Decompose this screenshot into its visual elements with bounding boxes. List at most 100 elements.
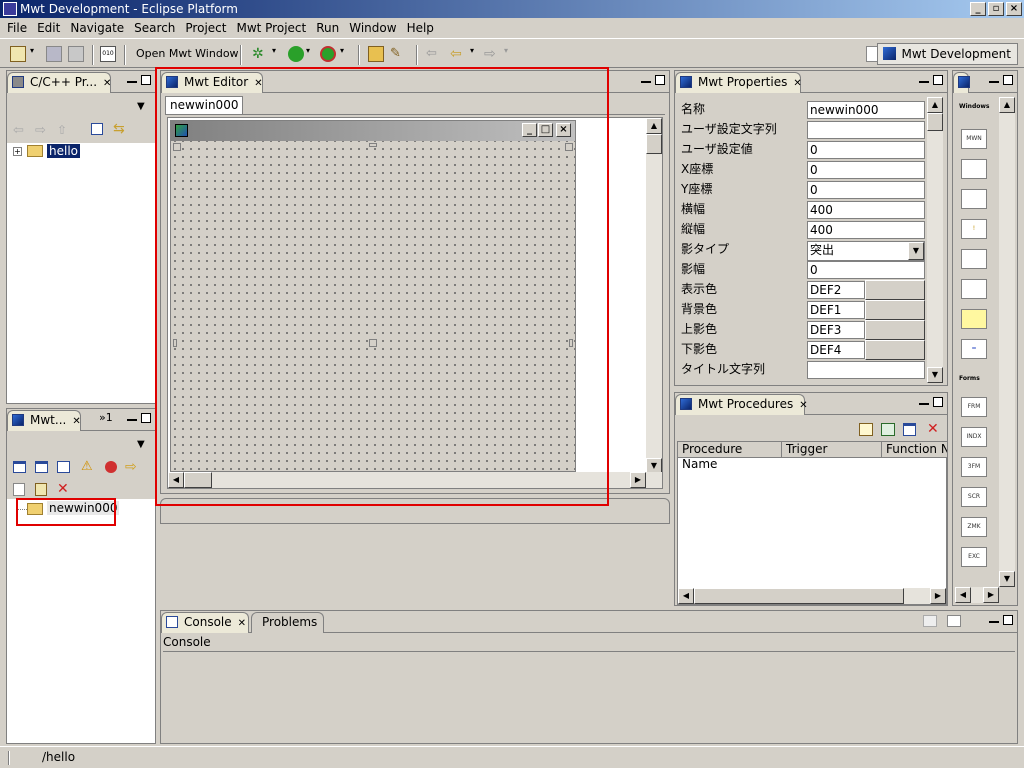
form-icon[interactable] [35, 461, 48, 473]
procedures-horizontal-scrollbar[interactable]: ◀ ▶ [678, 588, 946, 604]
menu-search[interactable]: Search [129, 21, 180, 35]
color-picker-button[interactable] [865, 300, 925, 320]
prop-value-height[interactable]: 400 [807, 221, 925, 239]
resize-handle[interactable] [369, 143, 377, 147]
menu-file[interactable]: File [2, 21, 32, 35]
palette-item[interactable]: INDX [961, 427, 987, 447]
menu-edit[interactable]: Edit [32, 21, 65, 35]
resize-handle[interactable] [569, 339, 573, 347]
menu-mwt-project[interactable]: Mwt Project [231, 21, 311, 35]
delete-icon[interactable]: ✕ [927, 421, 939, 437]
forward-icon[interactable]: ⇨ [484, 46, 500, 62]
maximize-view-icon[interactable] [141, 75, 151, 85]
forward-icon[interactable]: ⇨ [35, 123, 46, 138]
color-picker-button[interactable] [865, 280, 925, 300]
up-icon[interactable]: ⇧ [57, 123, 67, 137]
open-mwt-window-button[interactable]: Open Mwt Window [136, 45, 239, 63]
run-icon[interactable] [288, 46, 304, 62]
design-window[interactable]: _ □ × [170, 120, 576, 472]
palette-item[interactable]: MWN [961, 129, 987, 149]
paste-icon[interactable] [35, 483, 47, 496]
tab-mwt-procedures[interactable]: Mwt Procedures ✕ [675, 394, 808, 415]
maximize-view-icon[interactable] [933, 397, 943, 407]
palette-item[interactable]: SCR [961, 487, 987, 507]
prop-value-background-color[interactable]: DEF1 [807, 301, 865, 319]
menu-navigate[interactable]: Navigate [65, 21, 129, 35]
palette-item[interactable]: ZMK [961, 517, 987, 537]
prop-value-user-value[interactable]: 0 [807, 141, 925, 159]
minimize-view-icon[interactable] [989, 615, 999, 623]
column-procedure-name[interactable]: Procedure Name [678, 442, 782, 471]
palette-item[interactable]: EXC [961, 547, 987, 567]
view-menu-icon[interactable]: ▼ [137, 101, 145, 112]
maximize-view-icon[interactable] [1003, 75, 1013, 85]
prop-value-lower-shadow-color[interactable]: DEF4 [807, 341, 865, 359]
editor-horizontal-scrollbar[interactable]: ◀ ▶ [168, 472, 662, 488]
minimize-view-icon[interactable] [641, 75, 651, 83]
new-procedure-icon[interactable] [859, 423, 873, 436]
prop-value-name[interactable]: newwin000 [807, 101, 925, 119]
window-icon[interactable] [13, 461, 26, 473]
menu-window[interactable]: Window [344, 21, 401, 35]
back-icon[interactable]: ⇦ [426, 46, 442, 62]
prop-value-shadow-width[interactable]: 0 [807, 261, 925, 279]
edit-procedure-icon[interactable] [881, 423, 895, 436]
menu-help[interactable]: Help [402, 21, 439, 35]
minimize-view-icon[interactable] [919, 397, 929, 405]
design-minimize-button[interactable]: _ [522, 123, 537, 137]
editor-vertical-scrollbar[interactable]: ▲ ▼ [646, 118, 662, 474]
color-picker-button[interactable] [865, 340, 925, 360]
print-icon[interactable] [68, 46, 84, 62]
palette-item[interactable] [961, 309, 987, 329]
display-console-icon[interactable] [947, 615, 961, 627]
back-icon[interactable]: ⇦ [13, 123, 24, 138]
palette-item[interactable]: 3FM [961, 457, 987, 477]
pencil-icon[interactable]: ✎ [390, 46, 406, 62]
collapse-all-icon[interactable] [91, 123, 103, 135]
error-icon[interactable] [105, 461, 117, 473]
resize-handle[interactable] [369, 339, 377, 347]
arrow-right-icon[interactable]: ⇨ [125, 459, 137, 475]
external-tools-icon[interactable] [320, 46, 336, 62]
column-trigger[interactable]: Trigger [782, 442, 882, 458]
tab-console[interactable]: Console ✕ [161, 612, 249, 633]
palette-item[interactable]: ! [961, 219, 987, 239]
minimize-view-icon[interactable] [989, 75, 999, 83]
open-folder-icon[interactable] [368, 46, 384, 62]
design-close-button[interactable]: × [556, 123, 571, 137]
save-icon[interactable] [46, 46, 62, 62]
menu-run[interactable]: Run [311, 21, 344, 35]
tab-mwt[interactable]: Mwt... ✕ [7, 410, 81, 431]
minimize-window-button[interactable]: _ [970, 2, 986, 16]
close-icon[interactable]: ✕ [254, 78, 262, 89]
pin-console-icon[interactable] [923, 615, 937, 627]
new-icon[interactable] [10, 46, 26, 62]
color-picker-button[interactable] [865, 320, 925, 340]
tree-item-newwin000[interactable]: newwin000 [47, 501, 120, 515]
binary-icon[interactable]: 010 [100, 46, 116, 62]
palette-item[interactable]: = [961, 339, 987, 359]
palette-horizontal-scrollbar[interactable]: ◀ ▶ [955, 587, 999, 603]
overflow-tabs[interactable]: »1 [99, 411, 113, 424]
tab-mwt-editor[interactable]: Mwt Editor ✕ [161, 72, 263, 93]
tab-mwt-properties[interactable]: Mwt Properties ✕ [675, 72, 802, 93]
design-window-titlebar[interactable]: _ □ × [171, 121, 575, 141]
tab-cpp-projects[interactable]: C/C++ Pr... ✕ [7, 72, 111, 93]
palette-item[interactable] [961, 279, 987, 299]
maximize-view-icon[interactable] [655, 75, 665, 85]
maximize-view-icon[interactable] [1003, 615, 1013, 625]
window-icon[interactable] [903, 423, 916, 436]
view-menu-icon[interactable]: ▼ [137, 439, 145, 450]
palette-item[interactable] [961, 189, 987, 209]
tab-problems[interactable]: Problems [251, 612, 325, 633]
resize-handle[interactable] [173, 143, 181, 151]
hierarchy-icon[interactable] [57, 461, 70, 473]
close-icon[interactable]: ✕ [72, 416, 80, 427]
prop-value-display-color[interactable]: DEF2 [807, 281, 865, 299]
maximize-view-icon[interactable] [141, 413, 151, 423]
resize-handle[interactable] [565, 143, 573, 151]
palette-item[interactable]: FRM [961, 397, 987, 417]
prop-value-shadow-type[interactable]: 突出 ▼ [807, 241, 925, 261]
close-icon[interactable]: ✕ [238, 618, 246, 629]
perspective-mwt-development[interactable]: Mwt Development [876, 43, 1018, 65]
